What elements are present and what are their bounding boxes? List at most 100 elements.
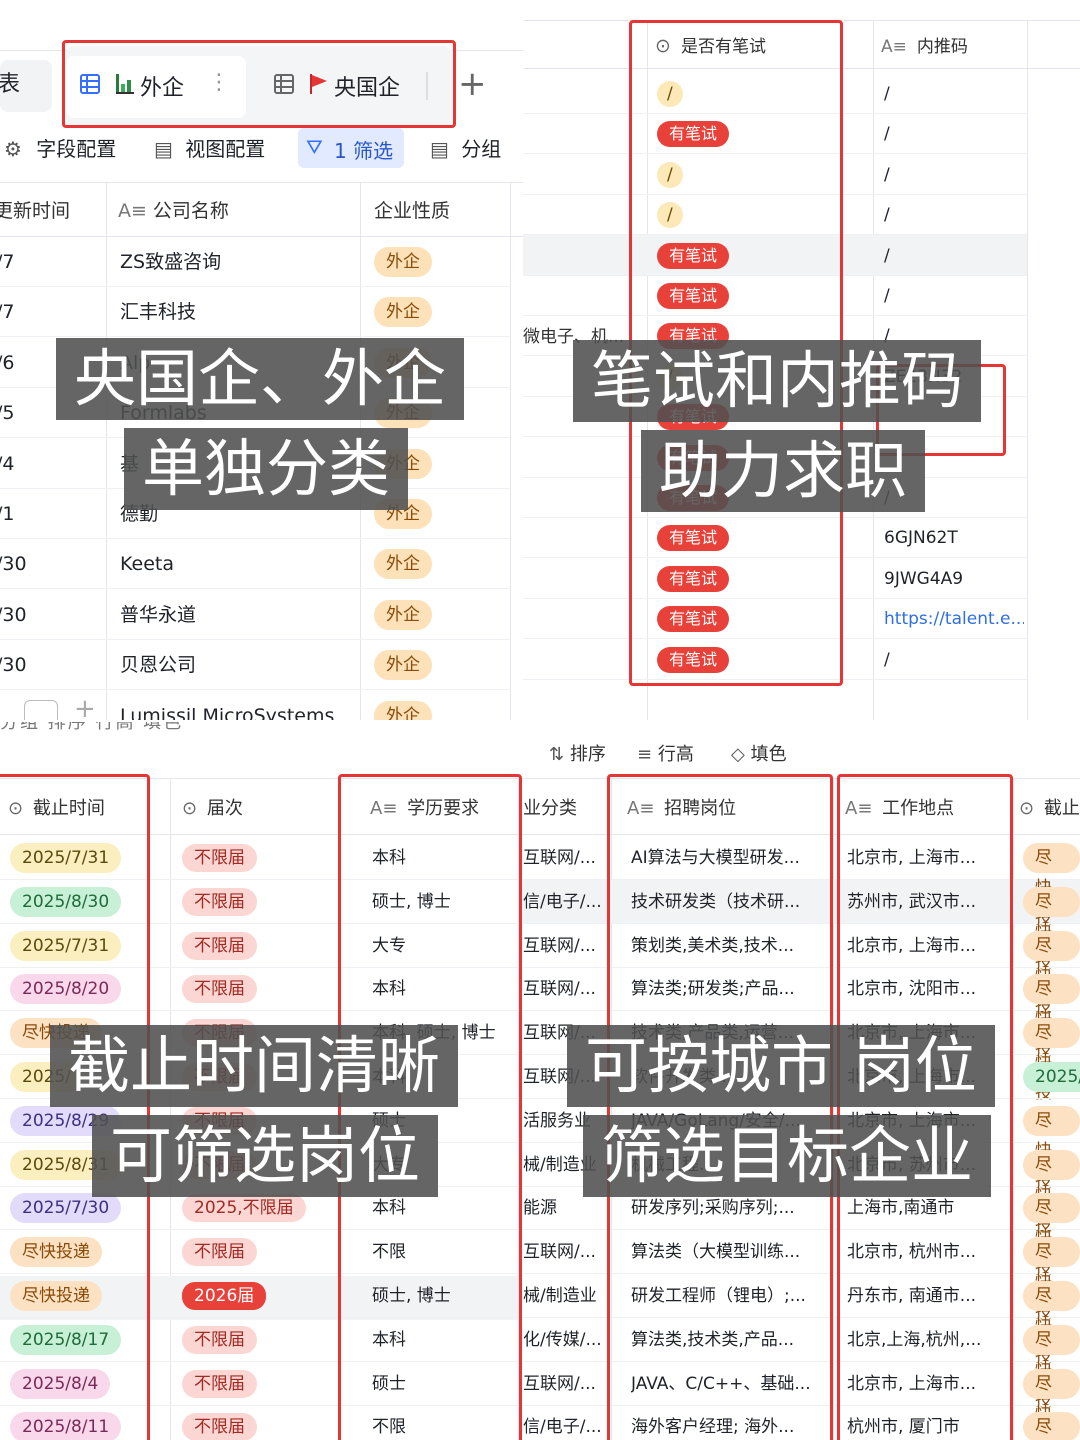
cohort-tag: 不限届 [182, 1325, 257, 1354]
nature-tag: 外企 [374, 700, 432, 720]
cohort-tag: 不限届 [182, 975, 257, 1004]
industry-cell: 信/电子/... [523, 1417, 602, 1438]
table-row[interactable]: /30 贝恩公司 外企 [0, 640, 510, 691]
updated-time-cell: /7 [0, 251, 15, 273]
field-config-button[interactable]: ⚙ 字段配置 [4, 136, 116, 162]
deadline-tag: 尽快投 [1023, 1368, 1080, 1440]
column-referral-code[interactable]: A≡ 内推码 [881, 32, 968, 57]
sort-icon: ⇅ [549, 744, 565, 765]
referral-code-cell: / [884, 649, 890, 670]
cohort-tag: 不限届 [182, 931, 257, 960]
cohort-tag: 2025,不限届 [182, 1194, 306, 1223]
column-deadline-2[interactable]: ⊙ 截止 [1019, 794, 1080, 820]
table-row[interactable]: /7 ZS致盛咨询 外企 [0, 237, 510, 287]
grid-toggle-icon[interactable] [24, 700, 58, 720]
add-tab-button[interactable]: + [458, 64, 487, 104]
deadline-tag: 尽快投 [1023, 1324, 1080, 1410]
column-updated-time[interactable]: 更新时间 [0, 196, 70, 223]
company-name-cell: ZS致盛咨询 [120, 251, 222, 273]
industry-cell: 信/电子/... [523, 891, 602, 912]
tab-table[interactable]: 表 [0, 70, 20, 100]
deadline-tag: 2025/ [1023, 1062, 1080, 1092]
company-name-cell: 普华永道 [120, 603, 197, 626]
group-icon: ▤ [430, 137, 449, 161]
column-industry[interactable]: 业分类 [523, 794, 577, 820]
caption-line-1: 可按城市 岗位 [567, 1025, 995, 1107]
updated-time-cell: /30 [0, 654, 27, 677]
caption-line-1: 央国企、外企 [56, 338, 465, 420]
deadline-tag: 尽快投 [1023, 1193, 1080, 1278]
industry-cell: 互联网/... [523, 935, 596, 956]
caption-line-1: 笔试和内推码 [573, 340, 982, 422]
table-row[interactable]: /30 Keeta 外企 [0, 539, 510, 590]
updated-time-cell: /30 [0, 553, 27, 576]
industry-cell: 互联网/... [523, 979, 596, 1000]
view-config-icon: ▤ [154, 137, 173, 161]
deadline-tag: 尽快投 [1023, 886, 1080, 972]
updated-time-cell: /4 [0, 452, 15, 475]
highlight-box-degree [338, 774, 522, 1440]
table-row[interactable]: /7 汇丰科技 外企 [0, 287, 510, 338]
gear-icon: ⚙ [4, 137, 22, 161]
fill-color-button[interactable]: ◇ 填色 [731, 740, 787, 766]
column-cohort[interactable]: ⊙ 届次 [182, 794, 243, 820]
highlight-box-deadline [0, 774, 150, 1440]
column-company-nature[interactable]: 企业性质 [374, 196, 450, 223]
nature-tag: 外企 [374, 247, 432, 277]
cohort-tag: 不限届 [182, 1238, 257, 1267]
caption-line-2: 单独分类 [124, 428, 409, 510]
cohort-tag: 不限届 [182, 844, 257, 872]
panel-position-location: ⇅ 排序 ≡ 行高 ◇ 填色 业分类 A≡ 招聘岗位 A≡ 工作地点 ⊙ 截止 … [523, 722, 1080, 1440]
panel-written-test-referral: ⊙ 是否有笔试 A≡ 内推码 微电子、机... / / 有笔试 / / / / / 有笔试 / 有笔… [523, 0, 1080, 720]
nature-tag: 外企 [374, 650, 432, 681]
industry-cell: 化/传媒/... [523, 1329, 602, 1350]
company-name-cell: 贝恩公司 [120, 654, 197, 677]
highlight-box-position [607, 774, 833, 1440]
highlight-box [62, 40, 456, 128]
nature-tag: 外企 [374, 549, 432, 580]
column-company-name[interactable]: A≡ 公司名称 [118, 196, 229, 223]
caption-line-1: 截止时间清晰 [50, 1025, 459, 1107]
sort-button[interactable]: ⇅ 排序 [549, 740, 606, 766]
highlight-box-location [837, 774, 1013, 1440]
panel-foreign-state-tabs: 表 外企 ⋮ 央国企 + ⚙ 字段配置 ▤ 视图配置 ⛛ 1 筛选 ▤ 分组 更… [0, 0, 523, 720]
cohort-tag: 不限届 [182, 1369, 257, 1398]
caption-line-2: 筛选目标企业 [583, 1115, 992, 1197]
updated-time-cell: /7 [0, 301, 15, 324]
industry-cell: 互联网/... [523, 1373, 596, 1394]
nature-tag: 外企 [374, 297, 432, 328]
deadline-tag: 尽快投 [1023, 1018, 1080, 1103]
circle-check-icon: ⊙ [1019, 798, 1035, 819]
cohort-tag: 不限届 [182, 887, 257, 916]
deadline-tag: 尽快投 [1023, 930, 1080, 1016]
toolbar-partial: 分组 排序 行高 填色 [0, 722, 184, 733]
add-row-icon[interactable]: + [74, 694, 96, 720]
deadline-tag: 尽快投 [1023, 1237, 1080, 1322]
deadline-tag: 尽快投 [1023, 1412, 1080, 1440]
filter-button[interactable]: ⛛ 1 筛选 [298, 128, 404, 168]
deadline-tag: 尽快投 [1023, 974, 1080, 1059]
cohort-tag: 不限届 [182, 1413, 257, 1440]
updated-time-cell: /30 [0, 603, 27, 626]
industry-cell: 互联网/... [523, 1242, 596, 1263]
group-button[interactable]: ▤ 分组 [430, 136, 501, 162]
company-name-cell: 汇丰科技 [120, 301, 197, 324]
caption-line-2: 助力求职 [641, 430, 926, 512]
filter-icon: ⛛ [306, 135, 323, 159]
deadline-tag: 尽快投 [1023, 1149, 1080, 1235]
table-row[interactable]: /30 普华永道 外企 [0, 590, 510, 640]
deadline-tag: 尽快投 [1023, 1281, 1080, 1366]
row-height-button[interactable]: ≡ 行高 [637, 740, 694, 766]
updated-time-cell: /1 [0, 503, 15, 525]
circle-check-icon: ⊙ [182, 798, 198, 819]
company-name-cell: Keeta [120, 553, 174, 576]
row-height-icon: ≡ [637, 744, 653, 765]
deadline-tag: 尽快投 [1023, 1105, 1080, 1191]
cohort-tag: 2026届 [182, 1282, 267, 1310]
view-config-button[interactable]: ▤ 视图配置 [154, 136, 265, 162]
panel-deadline-degree: 分组 排序 行高 填色 ⊙ 截止时间 ⊙ 届次 A≡ 学历要求 2025/7/3… [0, 722, 523, 1440]
industry-cell: 互联网/... [523, 848, 596, 868]
nature-tag: 外企 [374, 599, 432, 630]
industry-cell: 械/制造业 [523, 1286, 597, 1306]
company-name-cell: Lumissil MicroSystems [120, 704, 335, 720]
